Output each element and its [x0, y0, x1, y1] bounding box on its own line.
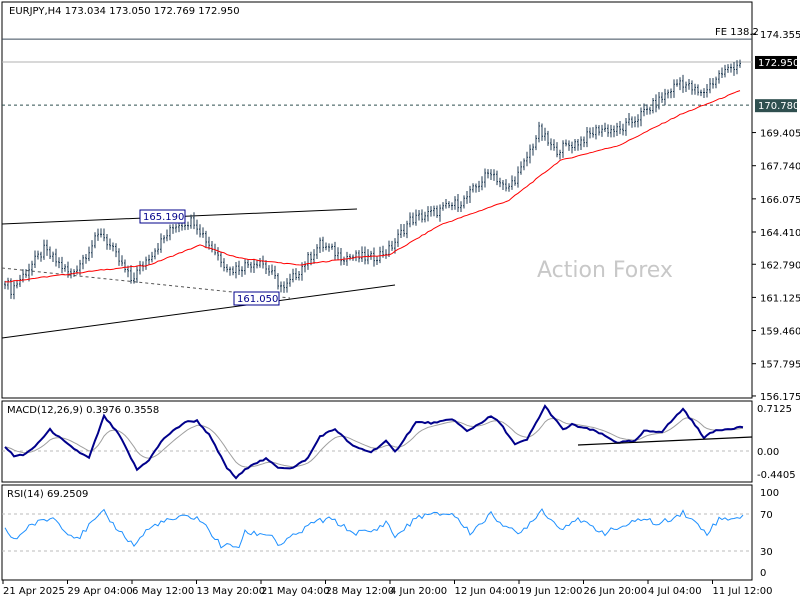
price-tick-label: 159.460 — [760, 327, 800, 338]
rsi-tick: 70 — [760, 510, 773, 521]
time-tick-label: 11 Jul 12:00 — [713, 586, 773, 597]
level-price-value: 170.780 — [758, 101, 799, 112]
price-tick-label: 174.355 — [760, 30, 800, 41]
macd-tick: -0.4405 — [757, 470, 796, 481]
time-tick-label: 19 Jun 12:00 — [519, 586, 583, 597]
rsi-tick: 0 — [760, 568, 766, 579]
trading-chart[interactable]: EURJPY,H4 173.034 173.050 172.769 172.95… — [0, 0, 800, 600]
fe-label: FE 138.2 — [715, 27, 759, 38]
macd-tick: 0.00 — [757, 447, 779, 458]
current-price-value: 172.950 — [758, 58, 799, 69]
time-tick-label: 6 May 12:00 — [132, 586, 194, 597]
low-annotation: 161.050 — [237, 294, 278, 305]
price-tick-label: 161.125 — [760, 293, 800, 304]
rsi-tick: 30 — [760, 547, 773, 558]
time-tick-label: 29 Apr 04:00 — [68, 586, 133, 597]
macd-tick: 0.7125 — [757, 404, 792, 415]
price-tick-label: 169.405 — [760, 129, 800, 140]
rsi-title: RSI(14) 69.2509 — [7, 489, 88, 500]
time-tick-label: 26 Jun 20:00 — [584, 586, 648, 597]
price-tick-label: 157.795 — [760, 360, 800, 371]
high-annotation: 165.190 — [143, 212, 184, 223]
price-tick-label: 156.175 — [760, 392, 800, 403]
time-tick-label: 12 Jun 04:00 — [455, 586, 519, 597]
symbol-info: EURJPY,H4 173.034 173.050 172.769 172.95… — [9, 6, 240, 17]
price-tick-label: 164.410 — [760, 228, 800, 239]
price-tick-label: 162.790 — [760, 260, 800, 271]
price-tick-label: 167.740 — [760, 162, 800, 173]
time-tick-label: 28 May 12:00 — [326, 586, 395, 597]
price-tick-label: 166.075 — [760, 195, 800, 206]
rsi-tick: 100 — [760, 488, 779, 499]
time-tick-label: 21 Apr 2025 — [3, 586, 65, 597]
time-tick-label: 21 May 04:00 — [261, 586, 330, 597]
time-tick-label: 4 Jul 04:00 — [648, 586, 702, 597]
time-tick-label: 13 May 20:00 — [197, 586, 266, 597]
macd-title: MACD(12,26,9) 0.3976 0.3558 — [7, 405, 159, 416]
time-tick-label: 4 Jun 20:00 — [390, 586, 447, 597]
watermark: Action Forex — [537, 258, 673, 283]
